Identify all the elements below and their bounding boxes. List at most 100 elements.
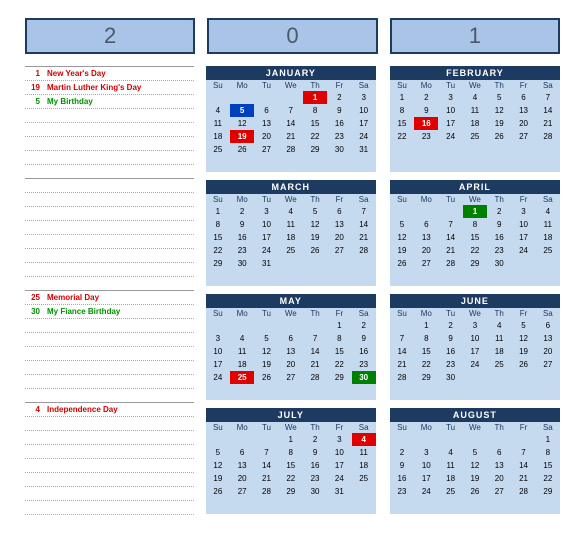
dow-label: Tu (438, 422, 462, 433)
day-cell: 13 (279, 345, 303, 358)
day-cell: 4 (463, 91, 487, 104)
day-cell (536, 257, 560, 270)
day-cell: 14 (536, 104, 560, 117)
dow-label: Sa (536, 422, 560, 433)
day-cell: 26 (390, 257, 414, 270)
dow-label: Th (487, 194, 511, 205)
day-cell: 11 (463, 104, 487, 117)
year-header: 2 0 1 (25, 18, 560, 54)
event-line (25, 473, 194, 487)
day-cell (414, 433, 438, 446)
week-row: 9101112131415 (390, 459, 560, 472)
day-cell: 3 (206, 332, 230, 345)
day-cell: 22 (327, 358, 351, 371)
day-cell: 3 (414, 446, 438, 459)
day-cell: 17 (463, 345, 487, 358)
dow-label: Mo (230, 80, 254, 91)
day-cell: 20 (487, 472, 511, 485)
month-june: JUNESuMoTuWeThFrSa1234567891011121314151… (390, 294, 560, 400)
day-cell: 28 (536, 130, 560, 143)
dow-label: Th (303, 194, 327, 205)
event-line (25, 445, 194, 459)
day-cell: 26 (206, 485, 230, 498)
day-cell: 13 (327, 218, 351, 231)
day-cell: 19 (511, 345, 535, 358)
day-cell: 5 (511, 319, 535, 332)
event-line: 4Independence Day (25, 403, 194, 417)
week-row: 282930 (390, 371, 560, 384)
day-cell: 25 (279, 244, 303, 257)
day-cell: 18 (487, 345, 511, 358)
day-cell: 24 (463, 358, 487, 371)
day-cell: 22 (206, 244, 230, 257)
dow-label: Fr (327, 308, 351, 319)
day-cell (327, 257, 351, 270)
day-cell: 21 (254, 472, 278, 485)
week-row: 2345678 (390, 446, 560, 459)
content: 1New Year's Day19Martin Luther King's Da… (25, 66, 560, 514)
day-cell: 19 (254, 358, 278, 371)
day-cell: 16 (390, 472, 414, 485)
dow-row: SuMoTuWeThFrSa (390, 194, 560, 205)
dow-label: Su (390, 80, 414, 91)
day-cell: 18 (536, 231, 560, 244)
week-row: 1234 (206, 433, 376, 446)
week-row: 45678910 (206, 104, 376, 117)
day-cell: 23 (327, 130, 351, 143)
day-cell: 2 (352, 319, 376, 332)
event-text: My Fiance Birthday (43, 307, 120, 316)
day-cell: 8 (279, 446, 303, 459)
week-row: 15161718192021 (390, 117, 560, 130)
week-row: 262728293031 (206, 485, 376, 498)
day-cell: 1 (536, 433, 560, 446)
day-cell: 20 (536, 345, 560, 358)
day-cell: 23 (487, 244, 511, 257)
day-cell: 7 (279, 104, 303, 117)
day-cell: 25 (352, 472, 376, 485)
month-title: MAY (206, 294, 376, 308)
event-line (25, 375, 194, 389)
dow-label: Su (206, 422, 230, 433)
day-cell: 11 (438, 459, 462, 472)
dow-label: Sa (352, 308, 376, 319)
day-cell: 19 (487, 117, 511, 130)
day-cell: 18 (279, 231, 303, 244)
dow-label: Su (206, 194, 230, 205)
day-cell: 10 (414, 459, 438, 472)
dow-label: Th (303, 422, 327, 433)
day-cell: 15 (536, 459, 560, 472)
day-cell: 12 (303, 218, 327, 231)
day-cell: 5 (303, 205, 327, 218)
day-cell: 11 (536, 218, 560, 231)
dow-label: Fr (327, 80, 351, 91)
day-cell: 13 (536, 332, 560, 345)
day-cell: 21 (511, 472, 535, 485)
day-cell: 4 (206, 104, 230, 117)
year-digit-0: 2 (25, 18, 195, 54)
day-cell: 25 (463, 130, 487, 143)
day-cell: 1 (206, 205, 230, 218)
event-block: 25Memorial Day30My Fiance Birthday (25, 290, 194, 402)
day-cell: 10 (463, 332, 487, 345)
day-cell: 25 (487, 358, 511, 371)
day-cell (511, 433, 535, 446)
day-cell: 21 (352, 231, 376, 244)
day-cell: 22 (390, 130, 414, 143)
day-cell: 18 (463, 117, 487, 130)
dow-label: Mo (230, 422, 254, 433)
day-cell: 26 (463, 485, 487, 498)
day-cell: 6 (487, 446, 511, 459)
dow-label: Mo (414, 80, 438, 91)
day-cell: 14 (279, 117, 303, 130)
day-cell (206, 91, 230, 104)
event-line (25, 263, 194, 277)
day-cell: 13 (254, 117, 278, 130)
day-cell: 23 (390, 485, 414, 498)
day-cell: 6 (230, 446, 254, 459)
week-row: 1234 (390, 205, 560, 218)
week-row: 22232425262728 (390, 130, 560, 143)
day-cell: 15 (206, 231, 230, 244)
day-cell (230, 91, 254, 104)
day-cell: 2 (327, 91, 351, 104)
day-cell: 7 (352, 205, 376, 218)
